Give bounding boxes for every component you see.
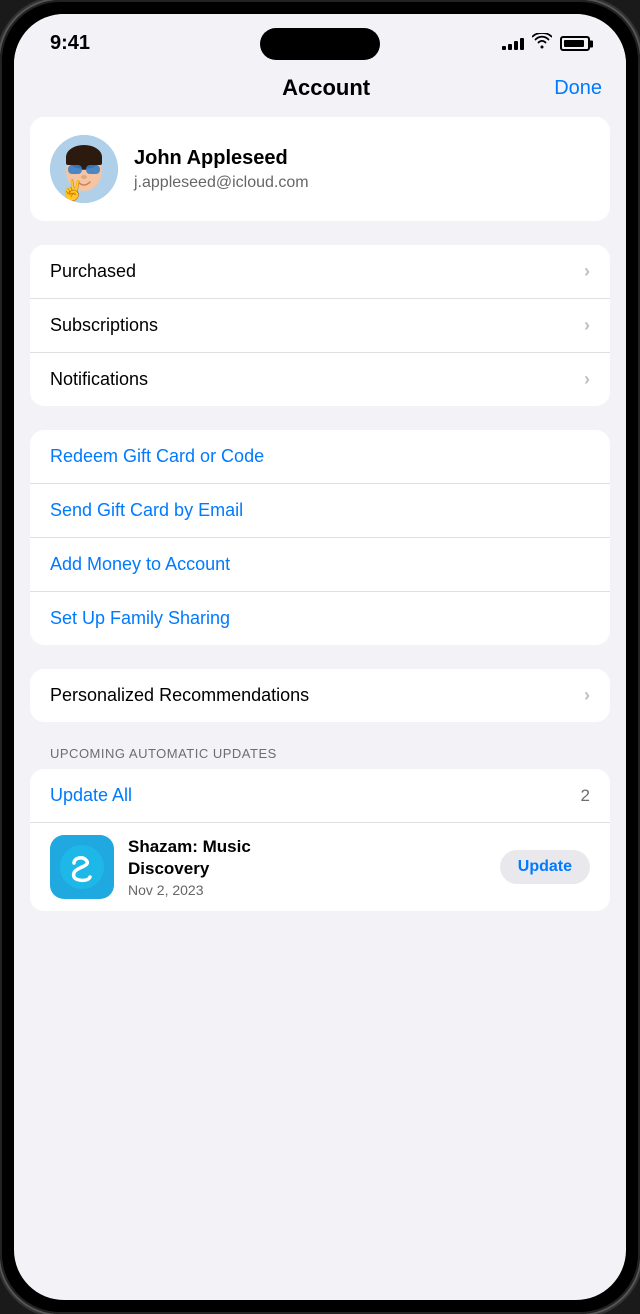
signal-bar-1 (502, 46, 506, 50)
avatar: ✌️ (50, 135, 118, 203)
update-button[interactable]: Update (500, 850, 590, 884)
app-date: Nov 2, 2023 (128, 882, 486, 898)
signal-bar-2 (508, 44, 512, 50)
updates-section: UPCOMING AUTOMATIC UPDATES Update All 2 (30, 746, 610, 911)
chevron-icon: › (584, 261, 590, 282)
user-card[interactable]: ✌️ John Appleseed j.appleseed@icloud.com (30, 117, 610, 221)
shazam-app-icon (50, 835, 114, 899)
family-sharing-label: Set Up Family Sharing (50, 608, 230, 629)
purchased-row[interactable]: Purchased › (30, 245, 610, 298)
redeem-gift-card-row[interactable]: Redeem Gift Card or Code (30, 430, 610, 483)
subscriptions-row[interactable]: Subscriptions › (30, 298, 610, 352)
signal-bar-4 (520, 38, 524, 50)
signal-bar-3 (514, 41, 518, 50)
family-sharing-row[interactable]: Set Up Family Sharing (30, 591, 610, 645)
dynamic-island (260, 28, 380, 60)
add-money-row[interactable]: Add Money to Account (30, 537, 610, 591)
send-gift-card-row[interactable]: Send Gift Card by Email (30, 483, 610, 537)
done-button[interactable]: Done (554, 77, 602, 100)
phone-frame: 9:41 (0, 0, 640, 1314)
personalized-rec-label: Personalized Recommendations (50, 685, 309, 706)
app-name: Shazam: MusicDiscovery (128, 836, 486, 880)
updates-section-label: UPCOMING AUTOMATIC UPDATES (30, 746, 610, 761)
user-name: John Appleseed (134, 147, 309, 170)
chevron-icon: › (584, 369, 590, 390)
menu-group-3: Personalized Recommendations › (30, 669, 610, 722)
status-time: 9:41 (50, 32, 90, 55)
chevron-icon: › (584, 315, 590, 336)
menu-group-2: Redeem Gift Card or Code Send Gift Card … (30, 430, 610, 645)
status-icons (502, 33, 590, 54)
signal-bars-icon (502, 38, 524, 50)
updates-card-group: Update All 2 Shazam: (30, 769, 610, 911)
nav-bar: Account Done (14, 63, 626, 109)
notifications-label: Notifications (50, 369, 148, 390)
nav-title: Account (282, 75, 370, 101)
app-info: Shazam: MusicDiscovery Nov 2, 2023 (128, 836, 486, 898)
redeem-gift-card-label: Redeem Gift Card or Code (50, 446, 264, 467)
update-all-row[interactable]: Update All 2 (30, 769, 610, 822)
phone-screen: 9:41 (14, 14, 626, 1300)
notifications-row[interactable]: Notifications › (30, 352, 610, 406)
user-email: j.appleseed@icloud.com (134, 174, 309, 192)
update-count: 2 (581, 786, 590, 806)
battery-fill (564, 40, 584, 47)
chevron-icon: › (584, 685, 590, 706)
content-area: ✌️ John Appleseed j.appleseed@icloud.com… (14, 109, 626, 935)
send-gift-card-label: Send Gift Card by Email (50, 500, 243, 521)
personalized-rec-row[interactable]: Personalized Recommendations › (30, 669, 610, 722)
svg-text:✌️: ✌️ (60, 178, 85, 202)
update-all-label: Update All (50, 785, 132, 806)
battery-icon (560, 36, 590, 51)
menu-group-1: Purchased › Subscriptions › Notification… (30, 245, 610, 406)
purchased-label: Purchased (50, 261, 136, 282)
subscriptions-label: Subscriptions (50, 315, 158, 336)
user-info: John Appleseed j.appleseed@icloud.com (134, 147, 309, 192)
add-money-label: Add Money to Account (50, 554, 230, 575)
shazam-app-row[interactable]: Shazam: MusicDiscovery Nov 2, 2023 Updat… (30, 822, 610, 911)
wifi-icon (532, 33, 552, 54)
